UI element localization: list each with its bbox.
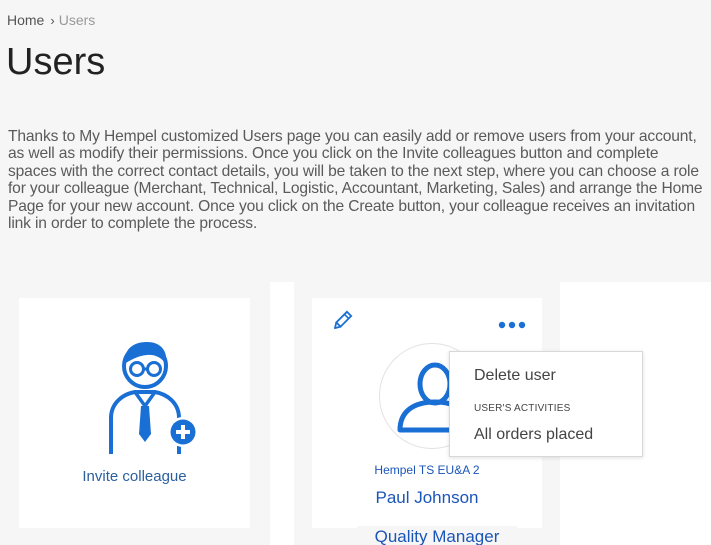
- breadcrumb-home-link[interactable]: Home: [7, 12, 44, 28]
- page-header-panel: Home › Users Users Thanks to My Hempel cus…: [0, 0, 711, 282]
- user-add-icon: [109, 342, 198, 454]
- user-role: Quality Manager: [357, 526, 517, 545]
- more-dots-icon[interactable]: [496, 318, 528, 332]
- breadcrumb-separator: ›: [50, 13, 55, 28]
- user-company: Hempel TS EU&A 2: [374, 463, 480, 477]
- page-description: Thanks to My Hempel customized Users pag…: [8, 128, 703, 233]
- user-actions-menu: Delete user USER'S ACTIVITIES All orders…: [449, 351, 643, 457]
- delete-user-menu-item[interactable]: Delete user: [474, 367, 556, 385]
- all-orders-placed-menu-item[interactable]: All orders placed: [474, 426, 593, 444]
- user-name: Paul Johnson: [375, 488, 479, 507]
- breadcrumb-current: Users: [58, 12, 96, 28]
- breadcrumb: Home › Users: [7, 12, 95, 28]
- page-title: Users: [6, 41, 106, 83]
- invite-card-column: Invite colleague: [0, 282, 270, 545]
- pencil-icon[interactable]: [331, 310, 353, 332]
- invite-colleague-label[interactable]: Invite colleague: [19, 468, 250, 485]
- invite-colleague-card[interactable]: Invite colleague: [19, 298, 250, 528]
- user-activities-heading: USER'S ACTIVITIES: [474, 403, 571, 414]
